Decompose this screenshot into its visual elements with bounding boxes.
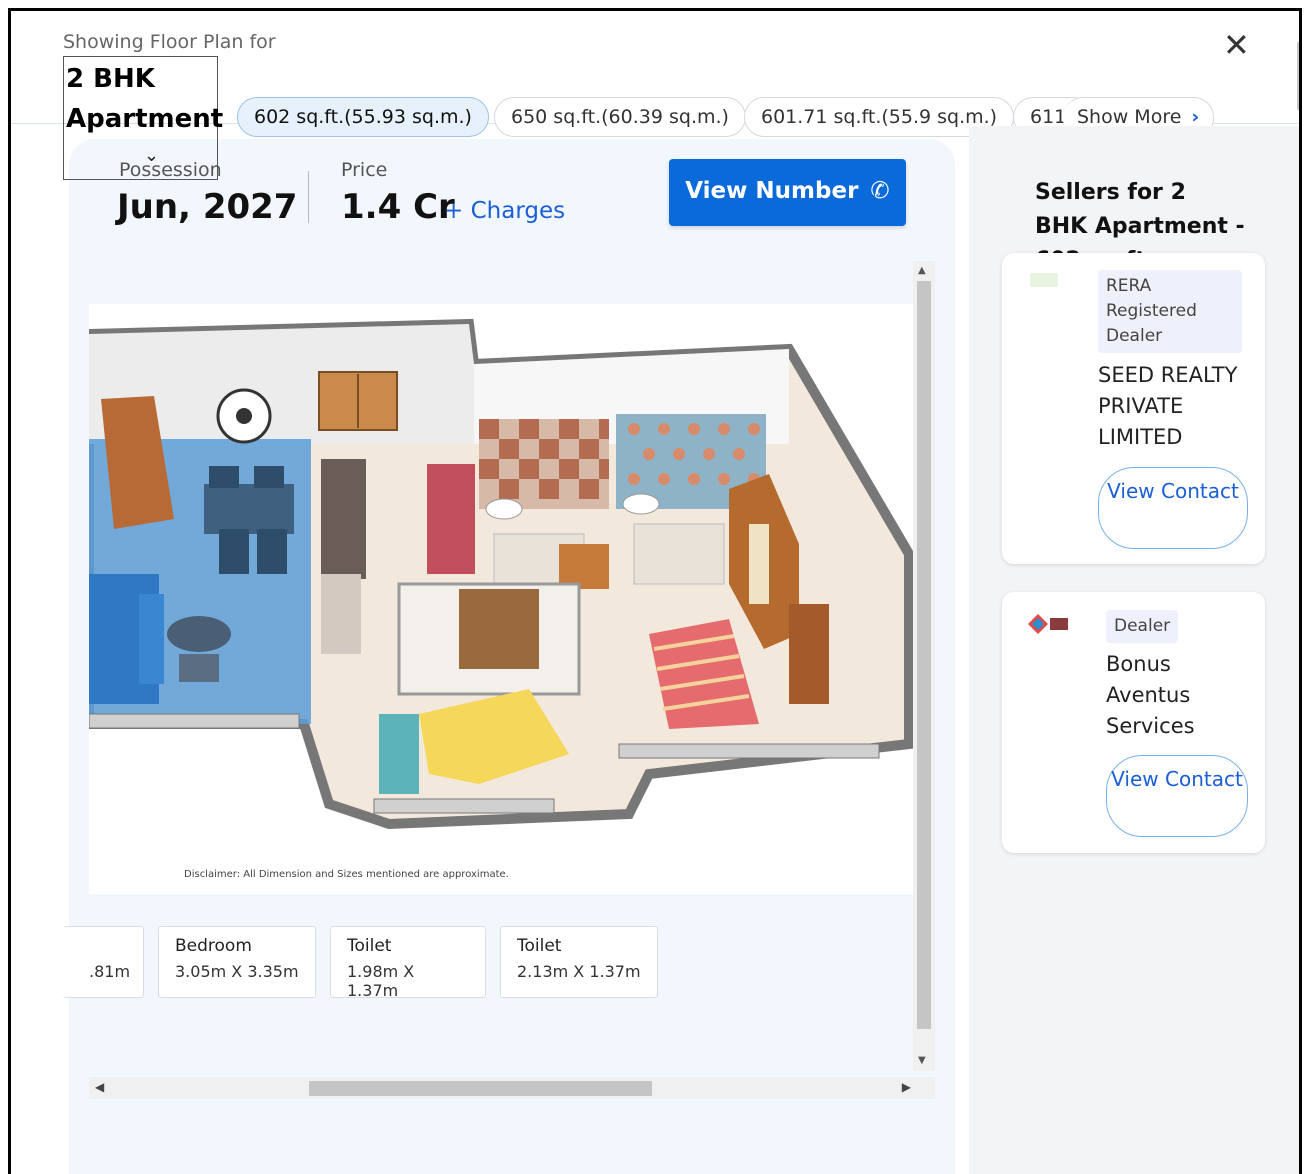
floor-plan-image xyxy=(89,304,913,894)
vertical-scrollbar[interactable]: ▲ ▼ xyxy=(913,261,935,1071)
size-chip[interactable]: 602 sq.ft.(55.93 sq.m.) xyxy=(237,97,489,137)
room-dimension-card: Toilet 2.13m X 1.37m xyxy=(500,926,658,998)
seller-badge: RERA Registered Dealer xyxy=(1098,270,1242,353)
room-dims: 3.05m X 3.35m xyxy=(175,962,299,981)
config-title: 2 BHK Apartment xyxy=(66,64,224,134)
room-dimension-card: Toilet 1.98m X 1.37m xyxy=(330,926,486,1000)
modal-subtitle: Showing Floor Plan for xyxy=(63,31,276,53)
room-name xyxy=(89,936,127,956)
price-value: 1.4 Cr xyxy=(341,187,455,227)
vertical-scroll-thumb[interactable] xyxy=(917,281,931,1029)
scroll-left-icon[interactable]: ◀ xyxy=(95,1080,104,1094)
close-icon[interactable]: ✕ xyxy=(1223,29,1250,61)
scroll-right-icon[interactable]: ▶ xyxy=(902,1080,911,1094)
possession-value: Jun, 2027 xyxy=(117,187,298,227)
room-name: Bedroom xyxy=(175,936,252,956)
seller-card: RERA Registered Dealer SEED REALTY PRIVA… xyxy=(1002,253,1265,564)
floor-plan-disclaimer: Disclaimer: All Dimension and Sizes ment… xyxy=(184,869,509,880)
seller-logo-icon xyxy=(1028,614,1068,634)
seller-logo xyxy=(1030,273,1058,287)
room-name: Toilet xyxy=(517,936,562,956)
view-contact-button[interactable]: View Contact xyxy=(1106,755,1248,837)
charges-link[interactable]: + Charges xyxy=(444,198,565,224)
room-dimension-card: Bedroom 3.05m X 3.35m xyxy=(158,926,316,998)
size-chip[interactable]: 650 sq.ft.(60.39 sq.m.) xyxy=(494,97,746,137)
room-dims: .81m xyxy=(89,962,131,981)
floor-plan-modal: Showing Floor Plan for ✕ 602 sq.ft.(55.9… xyxy=(8,8,1302,1174)
possession-label: Possession xyxy=(119,159,222,181)
seller-card: Dealer Bonus Aventus Services View Conta… xyxy=(1002,592,1265,853)
seller-badge: Dealer xyxy=(1106,610,1179,643)
view-number-label: View Number xyxy=(685,178,859,204)
room-dimension-card: .81m xyxy=(63,926,144,998)
room-dims: 1.98m X 1.37m xyxy=(347,962,415,1000)
show-more-label: Show More xyxy=(1077,106,1182,128)
page-scrollbar-thumb[interactable] xyxy=(1297,41,1299,111)
view-contact-button[interactable]: View Contact xyxy=(1098,467,1248,549)
horizontal-scroll-thumb[interactable] xyxy=(309,1081,652,1096)
room-name: Toilet xyxy=(347,936,392,956)
scroll-up-icon[interactable]: ▲ xyxy=(918,265,926,276)
stat-divider xyxy=(308,171,309,223)
chevron-right-icon: › xyxy=(1191,106,1200,128)
horizontal-scrollbar[interactable]: ◀ ▶ xyxy=(89,1077,935,1099)
seller-logo xyxy=(1026,612,1070,636)
view-number-button[interactable]: View Number ✆ xyxy=(669,159,906,226)
floor-plan-illustration xyxy=(89,318,913,830)
seller-name: Bonus Aventus Services xyxy=(1106,652,1195,738)
room-dims: 2.13m X 1.37m xyxy=(517,962,641,981)
seller-name: SEED REALTY PRIVATE LIMITED xyxy=(1098,363,1238,449)
price-label: Price xyxy=(341,159,388,181)
phone-icon: ✆ xyxy=(870,178,890,204)
scroll-down-icon[interactable]: ▼ xyxy=(918,1055,926,1066)
